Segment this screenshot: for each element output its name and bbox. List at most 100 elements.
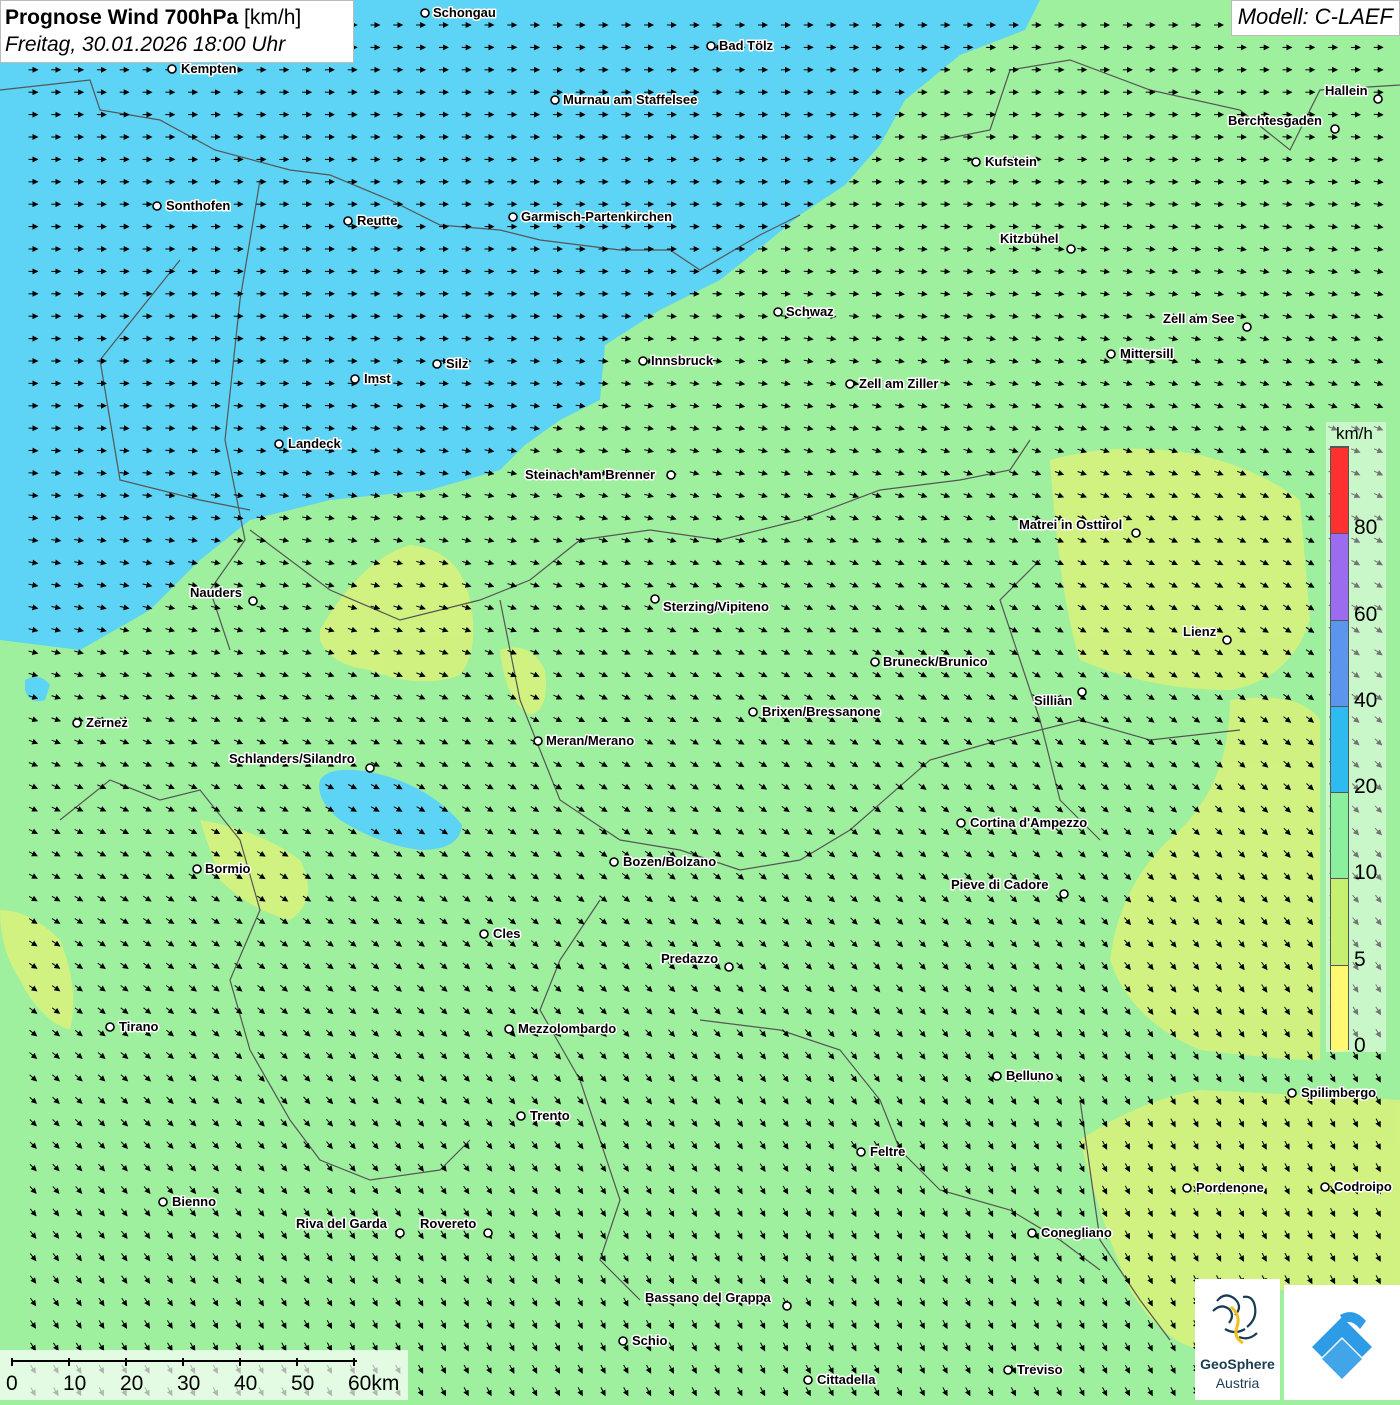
city-marker[interactable]: Meran/Merano <box>534 733 634 748</box>
title-main: Prognose Wind 700hPa <box>5 6 238 29</box>
wind-arrow <box>827 271 836 272</box>
wind-arrow <box>621 338 630 339</box>
wind-arrow <box>348 406 357 407</box>
wind-arrow <box>211 428 220 429</box>
city-marker[interactable]: Conegliano <box>1028 1225 1112 1240</box>
city-dot-icon <box>857 1148 865 1156</box>
city-marker[interactable]: Spilimbergo <box>1288 1085 1376 1100</box>
legend-color-segment <box>1331 706 1348 792</box>
city-label: Reutte <box>357 213 397 228</box>
city-dot-icon <box>651 595 659 603</box>
city-label: Innsbruck <box>651 353 714 368</box>
city-marker[interactable]: Schongau <box>421 5 496 20</box>
scale-label: 50 <box>291 1372 314 1396</box>
city-dot-icon <box>1183 1184 1191 1192</box>
legend-unit: km/h <box>1336 424 1373 444</box>
city-label: Silz <box>446 356 469 371</box>
city-dot-icon <box>505 1025 513 1033</box>
city-label: Steinach am Brenner <box>525 467 655 482</box>
city-label: Cles <box>493 926 520 941</box>
wind-arrow <box>713 316 722 317</box>
app-logo-icon <box>1284 1285 1400 1400</box>
wind-arrow <box>895 271 904 272</box>
city-label: Berchtesgaden <box>1228 113 1322 128</box>
city-label: Zernez <box>86 715 128 730</box>
city-label: Cittadella <box>817 1372 876 1387</box>
wind-arrow <box>1305 159 1314 160</box>
city-label: Schio <box>632 1333 667 1348</box>
city-marker[interactable]: Bruneck/Brunico <box>871 654 988 669</box>
city-dot-icon <box>957 819 965 827</box>
wind-arrow <box>1123 204 1132 205</box>
city-label: Bienno <box>172 1194 216 1209</box>
wind-map[interactable]: SchongauBad TölzKemptenHalleinMurnau am … <box>0 0 1400 1400</box>
city-dot-icon <box>1078 688 1086 696</box>
wind-arrow <box>485 361 494 362</box>
wind-arrow <box>781 294 790 295</box>
city-marker[interactable]: Mezzolombardo <box>505 1021 616 1036</box>
title: Prognose Wind 700hPa [km/h] <box>5 4 353 31</box>
city-marker[interactable]: Bozen/Bolzano <box>610 854 716 869</box>
scale-label: 10 <box>63 1372 86 1396</box>
city-marker[interactable]: Cortina d'Ampezzo <box>957 815 1087 830</box>
city-dot-icon <box>193 865 201 873</box>
city-dot-icon <box>1107 350 1115 358</box>
city-label: Schlanders/Silandro <box>229 751 355 766</box>
city-label: Rovereto <box>420 1216 476 1231</box>
legend-tick-label: 40 <box>1354 689 1377 713</box>
wind-arrow <box>1009 226 1018 227</box>
city-dot-icon <box>610 858 618 866</box>
wind-arrow <box>599 338 608 339</box>
city-label: Riva del Garda <box>296 1216 388 1231</box>
city-label: Kitzbühel <box>1000 231 1059 246</box>
city-dot-icon <box>73 719 81 727</box>
wind-arrow <box>143 450 152 451</box>
city-dot-icon <box>396 1229 404 1237</box>
city-label: Matrei in Osttirol <box>1019 517 1122 532</box>
city-dot-icon <box>517 1112 525 1120</box>
city-marker[interactable]: Pordenone <box>1183 1180 1264 1195</box>
city-label: Hallein <box>1325 83 1368 98</box>
city-marker[interactable]: Steinach am Brenner <box>525 467 675 482</box>
wind-arrow <box>1100 204 1109 205</box>
city-dot-icon <box>275 440 283 448</box>
city-label: Treviso <box>1017 1362 1063 1377</box>
scale-label: 30 <box>177 1372 200 1396</box>
forecast-date: Freitag, 30.01.2026 18:00 Uhr <box>5 31 353 59</box>
legend-color-bar <box>1330 446 1349 1050</box>
scale-tick <box>11 1358 13 1366</box>
scale-label: 60km <box>348 1372 399 1396</box>
city-dot-icon <box>1288 1089 1296 1097</box>
wind-arrow <box>325 406 334 407</box>
city-marker[interactable]: Zell am Ziller <box>846 376 938 391</box>
city-label: Bozen/Bolzano <box>623 854 716 869</box>
scale-tick <box>353 1358 355 1366</box>
wind-arrow <box>165 450 174 451</box>
wind-arrow <box>393 383 402 384</box>
scale-tick <box>296 1358 298 1366</box>
city-dot-icon <box>783 1302 791 1310</box>
wind-arrow <box>1191 182 1200 183</box>
city-dot-icon <box>168 65 176 73</box>
wind-arrow <box>234 428 243 429</box>
wind-arrow <box>1032 226 1041 227</box>
map-area[interactable]: SchongauBad TölzKemptenHalleinMurnau am … <box>0 0 1400 1400</box>
city-dot-icon <box>1243 323 1251 331</box>
scale-tick <box>239 1358 241 1366</box>
wind-arrow <box>29 473 38 474</box>
city-dot-icon <box>871 658 879 666</box>
city-marker[interactable]: Garmisch-Partenkirchen <box>509 209 672 224</box>
geosphere-emblem-icon <box>1195 1279 1280 1354</box>
city-marker[interactable]: Murnau am Staffelsee <box>551 92 697 107</box>
legend-tick-label: 0 <box>1354 1034 1366 1058</box>
title-box: Prognose Wind 700hPa [km/h] Freitag, 30.… <box>0 0 354 63</box>
legend-tick-label: 60 <box>1354 603 1377 627</box>
city-dot-icon <box>846 380 854 388</box>
city-label: Belluno <box>1006 1068 1054 1083</box>
wind-arrow <box>849 271 858 272</box>
city-marker[interactable]: Innsbruck <box>639 353 714 368</box>
city-marker[interactable]: Brixen/Bressanone <box>749 704 881 719</box>
scale-line <box>12 1360 357 1362</box>
wind-arrow <box>690 316 699 317</box>
city-label: Zell am See <box>1163 311 1235 326</box>
